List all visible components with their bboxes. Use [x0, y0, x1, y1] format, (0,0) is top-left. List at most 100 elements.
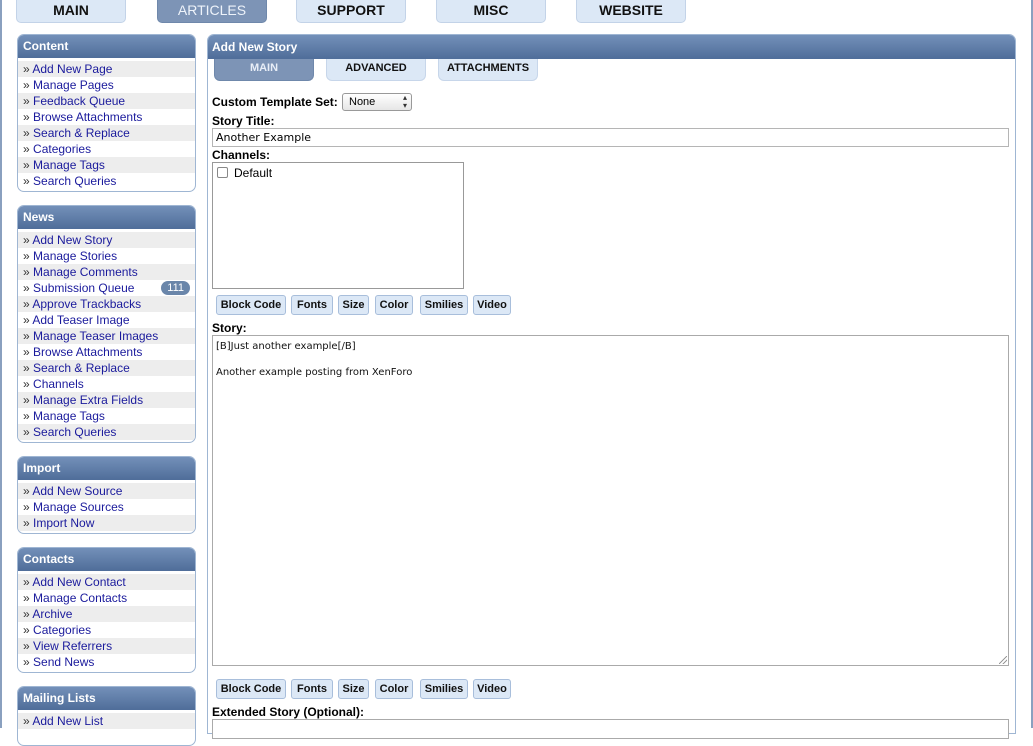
video-button[interactable]: Video [473, 295, 511, 315]
sidebar-link-search-replace[interactable]: Search & Replace [33, 126, 130, 140]
sidebar-news-list: » Add New Story » Manage Stories » Manag… [18, 229, 195, 442]
tab-main[interactable]: MAIN [16, 0, 126, 23]
sidebar-item: » Search Queries [18, 424, 195, 440]
sidebar-link-add-new-story[interactable]: Add New Story [32, 233, 112, 247]
sidebar-item: » Search & Replace [18, 360, 195, 376]
sidebar-item: » Manage Teaser Images [18, 328, 195, 344]
sidebar-link-submission-queue[interactable]: Submission Queue [33, 281, 134, 295]
sidebar-link-search-replace[interactable]: Search & Replace [33, 361, 130, 375]
sidebar-item: » Import Now [18, 515, 195, 531]
sidebar-link-channels[interactable]: Channels [33, 377, 84, 391]
sidebar-link-manage-tags[interactable]: Manage Tags [33, 158, 105, 172]
sidebar-link-add-teaser-image[interactable]: Add Teaser Image [32, 313, 129, 327]
sidebar-item: » Categories [18, 141, 195, 157]
bullet: » [23, 484, 30, 498]
sidebar-item: » Browse Attachments [18, 344, 195, 360]
submission-count-badge: 111 [161, 281, 190, 295]
tab-misc[interactable]: MISC [436, 0, 546, 23]
sidebar-link-browse-attachments[interactable]: Browse Attachments [33, 110, 142, 124]
sidebar-news-title: News [18, 206, 195, 229]
sidebar-link-add-new-list[interactable]: Add New List [32, 714, 103, 728]
tab-articles[interactable]: ARTICLES [157, 0, 267, 23]
size-button[interactable]: Size [338, 679, 369, 699]
fonts-button[interactable]: Fonts [291, 295, 333, 315]
sidebar-link-manage-teaser-images[interactable]: Manage Teaser Images [33, 329, 158, 343]
block-code-button[interactable]: Block Code [216, 295, 286, 315]
sidebar-link-manage-tags[interactable]: Manage Tags [33, 409, 105, 423]
fonts-button[interactable]: Fonts [291, 679, 333, 699]
sidebar-item: » Manage Extra Fields [18, 392, 195, 408]
sidebar-link-manage-stories[interactable]: Manage Stories [33, 249, 117, 263]
sidebar-item: » Manage Sources [18, 499, 195, 515]
story-line: [B]Just another example[/B] [216, 341, 356, 352]
size-button[interactable]: Size [338, 295, 369, 315]
bullet: » [23, 249, 30, 263]
sidebar-link-manage-comments[interactable]: Manage Comments [33, 265, 138, 279]
sidebar-link-feedback-queue[interactable]: Feedback Queue [33, 94, 125, 108]
bullet: » [23, 158, 30, 172]
sidebar-link-manage-sources[interactable]: Manage Sources [33, 500, 124, 514]
bullet: » [23, 142, 30, 156]
sidebar-import-list: » Add New Source » Manage Sources » Impo… [18, 480, 195, 533]
sidebar-item: » Add New Contact [18, 574, 195, 590]
sidebar-item: » Manage Tags [18, 408, 195, 424]
template-set-label: Custom Template Set: [212, 95, 338, 109]
video-button[interactable]: Video [473, 679, 511, 699]
color-button[interactable]: Color [375, 679, 413, 699]
sidebar-item: » Manage Tags [18, 157, 195, 173]
subtab-advanced[interactable]: ADVANCED [326, 59, 426, 81]
updown-arrows-icon: ▴ ▾ [402, 93, 407, 110]
channels-listbox[interactable]: Default [212, 162, 464, 289]
sidebar-link-add-new-contact[interactable]: Add New Contact [32, 575, 125, 589]
story-line: ​ [216, 353, 1005, 366]
bullet: » [23, 639, 30, 653]
bullet: » [23, 110, 30, 124]
sidebar-link-search-queries[interactable]: Search Queries [33, 174, 116, 188]
smilies-button[interactable]: Smilies [420, 679, 468, 699]
sidebar-item: » Add New Story [18, 232, 195, 248]
color-button[interactable]: Color [375, 295, 413, 315]
story-title-label: Story Title: [212, 114, 275, 128]
channel-option-default[interactable]: Default [217, 166, 272, 180]
sidebar-item: » Channels [18, 376, 195, 392]
sidebar-link-view-referrers[interactable]: View Referrers [33, 639, 112, 653]
bullet: » [23, 655, 30, 669]
block-code-button[interactable]: Block Code [216, 679, 286, 699]
sidebar-link-add-new-source[interactable]: Add New Source [32, 484, 122, 498]
tab-website[interactable]: WEBSITE [576, 0, 686, 23]
bullet: » [23, 714, 30, 728]
sidebar-link-import-now[interactable]: Import Now [33, 516, 94, 530]
extended-story-textarea[interactable] [212, 719, 1009, 739]
sidebar-content-list: » Add New Page » Manage Pages » Feedback… [18, 58, 195, 191]
story-title-input[interactable]: Another Example [212, 128, 1009, 147]
channel-label: Default [234, 166, 273, 180]
sidebar-link-browse-attachments[interactable]: Browse Attachments [33, 345, 142, 359]
sidebar-link-approve-trackbacks[interactable]: Approve Trackbacks [32, 297, 141, 311]
sidebar-link-categories[interactable]: Categories [33, 623, 91, 637]
sidebar-link-categories[interactable]: Categories [33, 142, 91, 156]
sidebar-content-title: Content [18, 35, 195, 58]
resize-grip-icon[interactable] [999, 656, 1007, 664]
story-textarea[interactable]: [B]Just another example[/B] ​ Another ex… [212, 335, 1009, 666]
sidebar-item: » Search & Replace [18, 125, 195, 141]
template-set-select[interactable]: None ▴ ▾ [342, 93, 412, 111]
sidebar-item: » View Referrers [18, 638, 195, 654]
bullet: » [23, 281, 30, 295]
story-label: Story: [212, 321, 247, 335]
sidebar-mailing-box: Mailing Lists » Add New List [17, 686, 196, 746]
sidebar-link-search-queries[interactable]: Search Queries [33, 425, 116, 439]
tab-support[interactable]: SUPPORT [296, 0, 406, 23]
sidebar-item: » Send News [18, 654, 195, 670]
subtab-attachments[interactable]: ATTACHMENTS [438, 59, 538, 81]
smilies-button[interactable]: Smilies [420, 295, 468, 315]
sidebar-link-add-new-page[interactable]: Add New Page [32, 62, 112, 76]
sidebar-link-manage-contacts[interactable]: Manage Contacts [33, 591, 127, 605]
sidebar-link-archive[interactable]: Archive [32, 607, 72, 621]
sidebar-link-manage-extra-fields[interactable]: Manage Extra Fields [33, 393, 143, 407]
panel-title: Add New Story [208, 35, 1015, 59]
sidebar-contacts-list: » Add New Contact » Manage Contacts » Ar… [18, 571, 195, 672]
sidebar-link-send-news[interactable]: Send News [33, 655, 94, 669]
channel-checkbox[interactable] [217, 167, 228, 178]
sidebar-link-manage-pages[interactable]: Manage Pages [33, 78, 114, 92]
subtab-main[interactable]: MAIN [214, 59, 314, 81]
